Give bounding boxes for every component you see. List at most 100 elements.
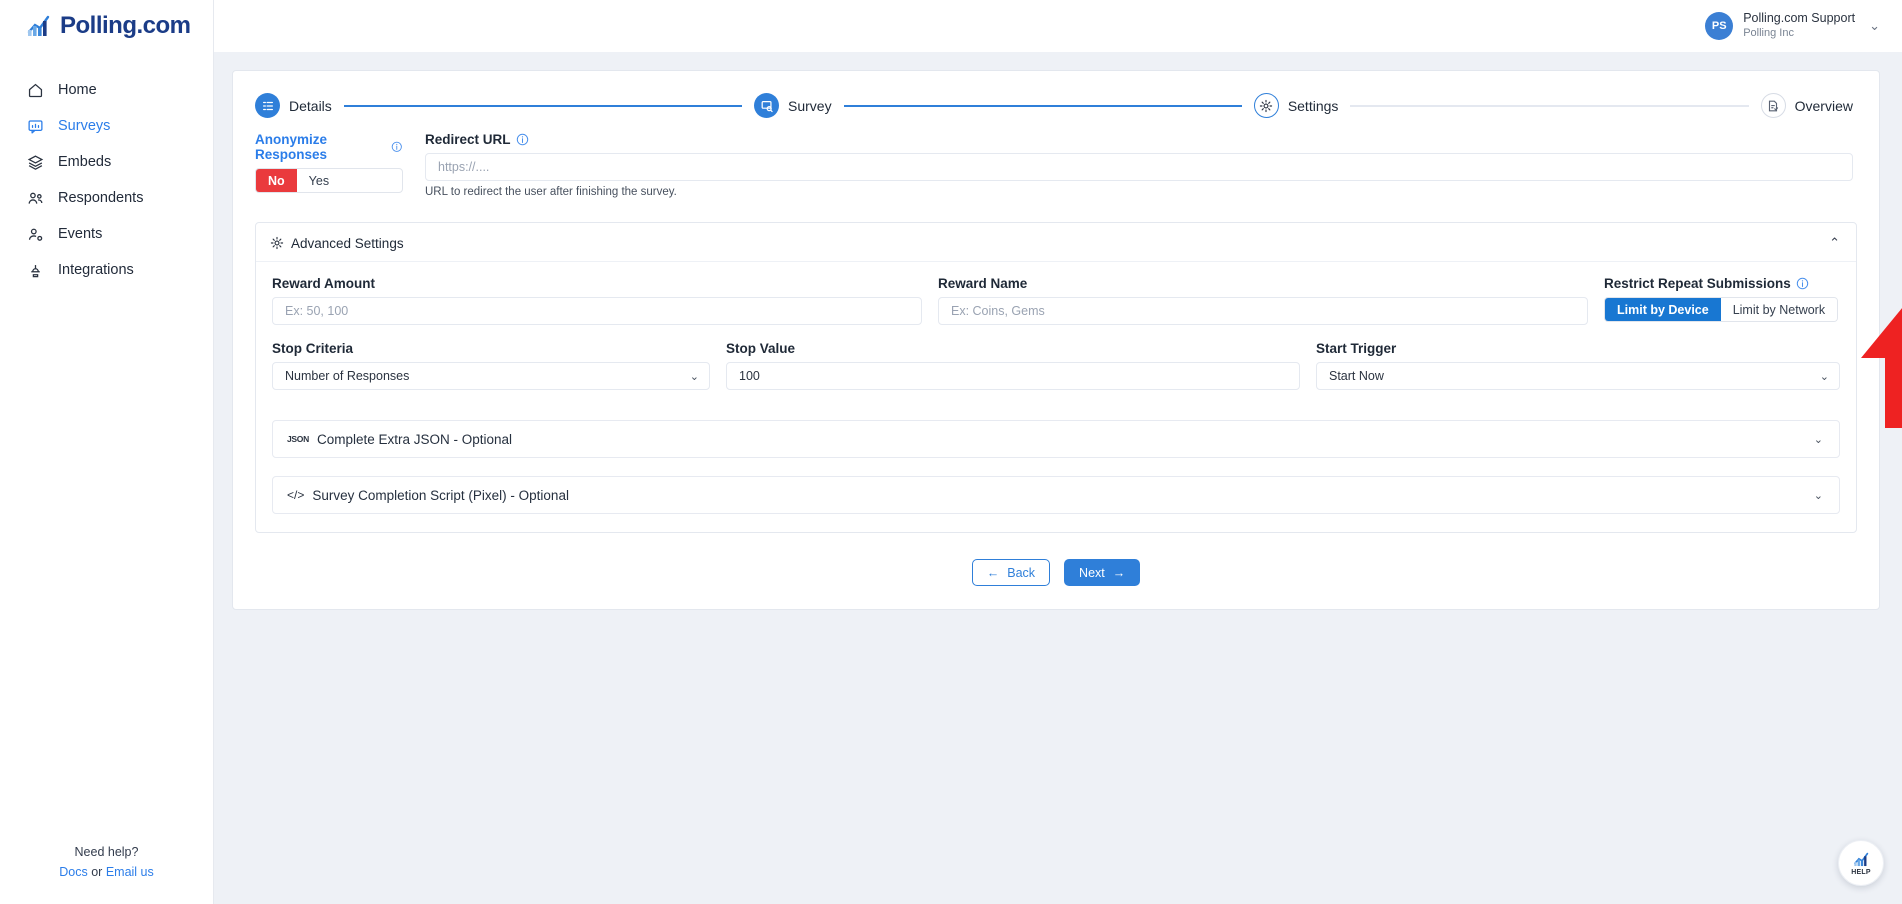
sidebar-item-home[interactable]: Home [0,72,213,108]
docs-link[interactable]: Docs [59,865,87,879]
chevron-down-icon[interactable]: ⌄ [1814,489,1823,502]
wizard-stepper: Details Survey Settings Overview [233,71,1879,126]
redirect-url-field: Redirect URL https://.... URL to redirec… [425,132,1853,198]
survey-search-icon [754,93,780,118]
limit-by-network-option[interactable]: Limit by Network [1720,298,1838,321]
step-label: Survey [788,97,832,114]
code-brackets-icon: </> [287,488,305,502]
sidebar-item-label: Embeds [58,154,112,170]
settings-panel: Details Survey Settings Overview Anonymi… [232,70,1880,610]
stepper-connector-1 [343,104,743,107]
advanced-row-2: Stop Criteria Number of Responses ⌄ Stop… [272,341,1840,390]
stepper-connector-3 [1350,104,1749,107]
email-us-link[interactable]: Email us [106,865,154,879]
users-icon [26,189,44,207]
chevron-down-icon[interactable]: ⌄ [1820,370,1829,383]
layers-icon [26,153,44,171]
redirect-url-label-wrap: Redirect URL [425,132,1853,147]
back-button[interactable]: ← Back [971,559,1051,586]
start-trigger-select[interactable]: Start Now ⌄ [1316,362,1840,390]
info-circle-icon[interactable] [516,133,529,146]
advanced-settings-body: Reward Amount Ex: 50, 100 Reward Name Ex… [256,262,1856,532]
step-settings[interactable]: Settings [1253,93,1338,118]
sidebar-item-embeds[interactable]: Embeds [0,144,213,180]
stop-value-label: Stop Value [726,341,796,356]
restrict-repeat-toggle[interactable]: Limit by Device Limit by Network [1604,297,1839,322]
limit-by-device-option[interactable]: Limit by Device [1605,298,1721,321]
json-badge-icon: JSON [287,434,309,444]
account-menu[interactable]: PS Polling.com Support Polling Inc ⌄ [1705,11,1880,40]
stop-criteria-value: Number of Responses [285,369,410,383]
step-overview[interactable]: Overview [1760,93,1853,118]
restrict-repeat-label: Restrict Repeat Submissions [1604,276,1791,291]
sidebar-item-surveys[interactable]: Surveys [0,108,213,144]
back-button-label: Back [1007,565,1036,580]
anonymize-toggle[interactable]: No Yes [255,168,403,193]
sidebar-item-events[interactable]: Events [0,216,213,252]
reward-amount-input[interactable]: Ex: 50, 100 [272,297,922,325]
top-form-row: Anonymize Responses No Yes Redirect URL … [233,126,1879,198]
app-root: Polling.com Home Surveys Embeds Responde… [0,0,1902,904]
reward-amount-label: Reward Amount [272,276,376,291]
list-details-icon [255,93,280,118]
sidebar-item-label: Integrations [58,262,134,278]
anonymize-label-wrap: Anonymize Responses [255,132,403,162]
advanced-settings-header[interactable]: Advanced Settings ⌃ [256,223,1856,262]
gear-icon [1253,93,1279,118]
sidebar-item-respondents[interactable]: Respondents [0,180,213,216]
help-widget-label: HELP [1851,868,1871,876]
reward-name-label: Reward Name [938,276,1028,291]
completion-script-collapse[interactable]: </> Survey Completion Script (Pixel) - O… [272,476,1840,514]
advanced-settings-section: Advanced Settings ⌃ Reward Amount Ex: 50… [255,222,1857,533]
help-widget-button[interactable]: HELP [1838,840,1884,886]
content-area: Details Survey Settings Overview Anonymi… [214,52,1902,904]
reward-name-field: Reward Name Ex: Coins, Gems [938,276,1588,325]
stepper-connector-2 [843,104,1242,107]
account-name: Polling.com Support [1743,11,1856,26]
stop-value-input[interactable]: 100 [726,362,1300,390]
next-button[interactable]: Next → [1064,559,1141,586]
anonymize-option-yes[interactable]: Yes [296,169,342,192]
redirect-url-hint: URL to redirect the user after finishing… [425,186,677,198]
stop-value-field: Stop Value 100 [726,341,1300,390]
start-trigger-value: Start Now [1329,369,1384,383]
sidebar-item-label: Events [58,226,103,242]
stop-criteria-label: Stop Criteria [272,341,354,356]
polling-bar-chart-logo-icon [1853,851,1870,868]
extra-json-label: Complete Extra JSON - Optional [316,431,513,447]
info-circle-icon[interactable] [1796,277,1809,290]
home-icon [26,81,44,99]
anonymize-field: Anonymize Responses No Yes [255,132,403,198]
chevron-down-icon[interactable]: ⌄ [690,370,699,383]
restrict-repeat-label-wrap: Restrict Repeat Submissions [1604,276,1809,291]
user-gear-icon [26,225,44,243]
sidebar-item-label: Respondents [58,190,144,206]
survey-chat-icon [26,117,44,135]
top-bar: PS Polling.com Support Polling Inc ⌄ [214,0,1902,52]
wizard-actions: ← Back Next → [233,559,1879,586]
brand-logo[interactable]: Polling.com [0,0,213,52]
chevron-down-icon[interactable]: ⌄ [1869,18,1880,34]
anonymize-option-no[interactable]: No [256,169,297,192]
chevron-down-icon[interactable]: ⌄ [1814,433,1823,446]
step-label: Details [289,97,332,114]
sidebar-item-label: Home [58,82,97,98]
step-details[interactable]: Details [255,93,332,118]
main-area: PS Polling.com Support Polling Inc ⌄ Det… [214,0,1902,904]
footer-or-text: or [91,864,103,879]
reward-amount-field: Reward Amount Ex: 50, 100 [272,276,922,325]
plug-icon [26,261,44,279]
sidebar-item-integrations[interactable]: Integrations [0,252,213,288]
gear-icon [270,236,284,250]
anonymize-label: Anonymize Responses [255,132,328,162]
completion-script-label: Survey Completion Script (Pixel) - Optio… [312,487,569,503]
start-trigger-field: Start Trigger Start Now ⌄ [1316,341,1840,390]
reward-name-input[interactable]: Ex: Coins, Gems [938,297,1588,325]
step-survey[interactable]: Survey [754,93,832,118]
info-circle-icon[interactable] [391,141,403,154]
redirect-url-input[interactable]: https://.... [425,153,1853,181]
stop-criteria-select[interactable]: Number of Responses ⌄ [272,362,710,390]
need-help-text: Need help? [74,845,139,860]
chevron-up-icon[interactable]: ⌃ [1829,235,1840,251]
extra-json-collapse[interactable]: JSON Complete Extra JSON - Optional ⌄ [272,420,1840,458]
